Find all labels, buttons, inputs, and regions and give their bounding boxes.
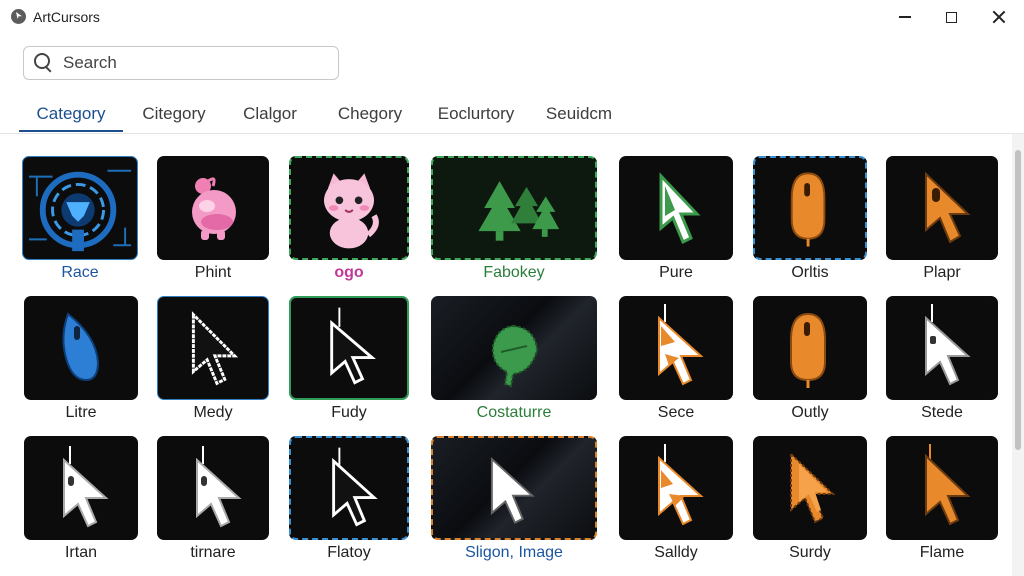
- cursor-card[interactable]: Fabokey: [431, 156, 597, 286]
- cyber-shield-icon: [22, 156, 138, 260]
- close-icon: [992, 10, 1006, 24]
- cursor-card[interactable]: Pure: [619, 156, 733, 286]
- cursor-card[interactable]: tirnare: [157, 436, 269, 566]
- blue-mouse-icon: [24, 296, 138, 400]
- cursor-name: Outly: [791, 404, 829, 421]
- close-button[interactable]: [976, 0, 1022, 34]
- cursor-name: Stede: [921, 404, 963, 421]
- cursor-card[interactable]: Plapr: [886, 156, 998, 286]
- cursor-name: Fudy: [331, 404, 367, 421]
- white-arrow-cursor-icon: [289, 436, 409, 540]
- cursor-name: ogo: [334, 264, 364, 281]
- orange-arrow-cursor-icon: [886, 436, 998, 540]
- tab-eoclurtory[interactable]: Eoclurtory: [437, 96, 515, 132]
- app-logo-icon: [11, 9, 26, 24]
- cursor-name: Surdy: [789, 544, 831, 561]
- minimize-icon: [899, 16, 911, 18]
- cursor-card[interactable]: Litre: [24, 296, 138, 426]
- title-bar: ArtCursors: [0, 0, 1024, 34]
- cursor-card[interactable]: ogo: [289, 156, 409, 286]
- orange-white-arrow-icon: [619, 296, 733, 400]
- cursor-name: Sece: [657, 404, 695, 421]
- cursor-name: Irtan: [64, 544, 97, 561]
- search-input[interactable]: [63, 53, 323, 73]
- orange-mouse-icon: [753, 296, 867, 400]
- white-arrow-cursor-icon: [289, 296, 409, 400]
- cursor-name: Flame: [919, 544, 965, 561]
- cursor-name: Costaturre: [476, 404, 552, 421]
- orange-mouse-icon: [753, 156, 867, 260]
- white-arrow-cursor-icon: [24, 436, 138, 540]
- tab-citegory[interactable]: Citegory: [135, 96, 213, 132]
- cursor-name: Orltis: [791, 264, 829, 281]
- search-icon: [34, 53, 54, 73]
- cursor-name: tirnare: [190, 544, 236, 561]
- cursor-name: Salldy: [654, 544, 698, 561]
- cursor-name: Sligon, Image: [465, 544, 563, 561]
- tab-seuidcm[interactable]: Seuidcm: [544, 96, 614, 132]
- cursor-name: Phint: [194, 264, 232, 281]
- pink-mascot-icon: [157, 156, 269, 260]
- pine-trees-icon: [431, 156, 597, 260]
- pink-cat-icon: [289, 156, 409, 260]
- green-arrow-cursor-icon: [619, 156, 733, 260]
- cursor-card[interactable]: Phint: [157, 156, 269, 286]
- white-arrow-cursor-icon: [431, 436, 597, 540]
- orange-arrow-cursor-icon: [753, 436, 867, 540]
- cursor-card[interactable]: Race: [22, 156, 138, 286]
- cursor-name: Medy: [193, 404, 233, 421]
- search-box[interactable]: [23, 46, 339, 80]
- cursor-card[interactable]: Flame: [886, 436, 998, 566]
- cursor-name: Litre: [65, 404, 97, 421]
- cursor-card[interactable]: Sligon, Image: [431, 436, 597, 566]
- minimize-button[interactable]: [882, 0, 928, 34]
- cursor-name: Pure: [659, 264, 693, 281]
- maximize-icon: [945, 11, 957, 23]
- white-arrow-cursor-icon: [157, 296, 269, 400]
- cursor-card[interactable]: Orltis: [753, 156, 867, 286]
- scrollbar[interactable]: [1012, 134, 1024, 576]
- cursor-name: Race: [61, 264, 99, 281]
- cursor-card[interactable]: Sece: [619, 296, 733, 426]
- cursor-card[interactable]: Stede: [886, 296, 998, 426]
- orange-mouse-arrow-icon: [886, 156, 998, 260]
- cursor-card[interactable]: Surdy: [753, 436, 867, 566]
- cursor-card[interactable]: Medy: [157, 296, 269, 426]
- cursor-card[interactable]: Salldy: [619, 436, 733, 566]
- green-leaf-icon: [431, 296, 597, 400]
- white-arrow-cursor-icon: [886, 296, 998, 400]
- scrollbar-thumb[interactable]: [1015, 150, 1021, 450]
- tabs-divider: [0, 133, 1024, 134]
- cursor-card[interactable]: Costaturre: [431, 296, 597, 426]
- tab-category[interactable]: Category: [19, 96, 123, 132]
- white-arrow-cursor-icon: [157, 436, 269, 540]
- cursor-name: Flatoy: [327, 544, 371, 561]
- tab-chegory[interactable]: Chegory: [333, 96, 407, 132]
- cursor-name: Fabokey: [483, 264, 545, 281]
- tab-clalgor[interactable]: Clalgor: [237, 96, 303, 132]
- maximize-button[interactable]: [928, 0, 974, 34]
- cursor-card[interactable]: Irtan: [24, 436, 138, 566]
- cursor-card[interactable]: Flatoy: [289, 436, 409, 566]
- orange-white-arrow-icon: [619, 436, 733, 540]
- cursor-name: Plapr: [923, 264, 961, 281]
- cursor-card[interactable]: Fudy: [289, 296, 409, 426]
- cursor-card[interactable]: Outly: [753, 296, 867, 426]
- window-title: ArtCursors: [33, 9, 100, 25]
